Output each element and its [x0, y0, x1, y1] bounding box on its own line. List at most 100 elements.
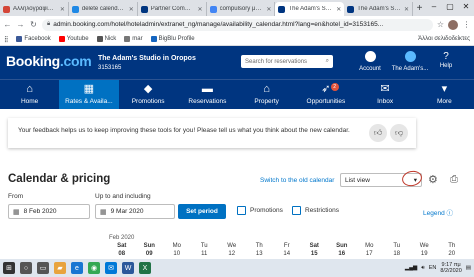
task-view-icon[interactable]: ▭: [37, 262, 49, 274]
property-id: 3153165: [98, 65, 122, 71]
notifications-icon[interactable]: ▤: [466, 265, 471, 271]
calendar-day-column[interactable]: Sun 16: [328, 242, 356, 258]
nav-item-home[interactable]: ⌂ Home: [0, 80, 59, 109]
thumbs-up-icon[interactable]: 👍︎: [369, 124, 387, 142]
set-period-button[interactable]: Set period: [178, 204, 226, 219]
tab-close-icon[interactable]: ✕: [60, 6, 65, 13]
checkbox-box[interactable]: [292, 206, 301, 215]
day-name: We: [419, 243, 429, 249]
menu-icon[interactable]: ⋮: [462, 20, 471, 29]
nav-item-property[interactable]: ⌂ Property: [237, 80, 296, 109]
back-icon[interactable]: ←: [3, 20, 12, 29]
calendar-day-column[interactable]: Th 13: [246, 242, 274, 258]
calendar-day-column[interactable]: Sat 15: [301, 242, 329, 258]
close-window-icon[interactable]: ✕: [458, 0, 474, 16]
nav-item-promotions[interactable]: ◆ Promotions: [119, 80, 178, 109]
from-date-field[interactable]: ▦ 8 Feb 2020: [8, 204, 90, 219]
feedback-text: Your feedback helps us to keep improving…: [18, 127, 350, 134]
browser-tab[interactable]: compulsory μεταφ ✕: [207, 2, 276, 16]
apps-bookmark[interactable]: ⣿: [4, 36, 8, 43]
calendar-day-column[interactable]: Th 20: [438, 242, 466, 258]
bookmark-favicon-icon: [124, 36, 131, 42]
checkbox-box[interactable]: [237, 206, 246, 215]
printer-icon[interactable]: ⎙: [450, 174, 458, 185]
bookmark-item[interactable]: Youtube: [58, 36, 89, 42]
restrictions-label: Restrictions: [305, 207, 339, 214]
help-menu[interactable]: ? Help: [436, 51, 456, 69]
calendar-day-column[interactable]: Sat 08: [108, 242, 136, 258]
tab-close-icon[interactable]: ✕: [266, 6, 271, 13]
chrome-icon[interactable]: ◉: [88, 262, 100, 274]
calendar-day-column[interactable]: Mo 10: [163, 242, 191, 258]
browser-tab[interactable]: Partner Communi ✕: [138, 2, 207, 16]
restrictions-checkbox[interactable]: Restrictions: [292, 206, 339, 215]
tab-title: delete calendars |: [81, 6, 126, 12]
nav-item-reservations[interactable]: ▬ Reservations: [178, 80, 237, 109]
promotions-checkbox[interactable]: Promotions: [237, 206, 283, 215]
bookmark-label: mar: [132, 36, 143, 42]
bookmark-item[interactable]: Facebook: [16, 36, 51, 42]
browser-tab[interactable]: Αλληλογραφία - ... ✕: [0, 2, 69, 16]
account-menu[interactable]: Account: [358, 51, 382, 72]
home-icon: ⌂: [26, 83, 33, 95]
bookmark-favicon-icon: [58, 36, 65, 42]
forward-icon[interactable]: →: [16, 20, 25, 29]
day-name: Mo: [365, 243, 374, 249]
thumbs-down-icon[interactable]: 👎︎: [390, 124, 408, 142]
clock-date: 8/2/2020: [440, 268, 462, 274]
tab-close-icon[interactable]: ✕: [129, 6, 134, 13]
feedback-banner: Your feedback helps us to keep improving…: [8, 118, 416, 148]
other-bookmarks[interactable]: Άλλοι σελιδοδείκτες: [418, 36, 470, 42]
new-tab-button[interactable]: +: [413, 2, 426, 16]
maximize-icon[interactable]: ▢: [442, 0, 458, 16]
reservation-search-input[interactable]: Search for reservations ⌕: [241, 55, 333, 68]
nav-item-inbox[interactable]: ✉ Inbox: [356, 80, 415, 109]
property-switcher[interactable]: The Adam's...: [386, 51, 434, 72]
excel-icon[interactable]: X: [139, 262, 151, 274]
reload-icon[interactable]: ↻: [29, 20, 38, 29]
gear-icon[interactable]: ⚙: [428, 173, 438, 186]
search-icon[interactable]: ○: [20, 262, 32, 274]
browser-tab[interactable]: delete calendars | ✕: [69, 2, 138, 16]
url-input[interactable]: 🔒︎ admin.booking.com/hotel/hoteladmin/ex…: [42, 18, 433, 31]
bookmark-item[interactable]: BigBlu Profile: [150, 36, 195, 42]
calendar-day-column[interactable]: We 12: [218, 242, 246, 258]
tab-close-icon[interactable]: ✕: [404, 6, 409, 13]
calendar-day-column[interactable]: We 19: [411, 242, 439, 258]
mail-icon[interactable]: ✉: [105, 262, 117, 274]
help-label: Help: [439, 63, 453, 69]
bookmark-star-icon[interactable]: ☆: [437, 20, 444, 29]
nav-item-opportunities[interactable]: ➶ Opportunities 2: [296, 80, 355, 109]
bookmark-item[interactable]: mar: [124, 36, 143, 42]
browser-tab[interactable]: The Adam's Studio✕: [344, 2, 414, 16]
calendar-day-column[interactable]: Sun 09: [136, 242, 164, 258]
nav-item-more[interactable]: ▾ More: [415, 80, 474, 109]
tab-close-icon[interactable]: ✕: [198, 6, 203, 13]
edge-icon[interactable]: e: [71, 262, 83, 274]
browser-tab[interactable]: The Adam's Studio✕: [275, 2, 345, 16]
tab-close-icon[interactable]: ✕: [336, 6, 341, 13]
to-date-value: 9 Mar 2020: [110, 208, 144, 215]
windows-start-icon[interactable]: ⊞: [3, 262, 15, 274]
network-icon[interactable]: ▂▄▆: [405, 265, 417, 271]
volume-icon[interactable]: 🔊︎: [421, 265, 424, 272]
word-icon[interactable]: W: [122, 262, 134, 274]
minimize-icon[interactable]: –: [426, 0, 442, 16]
tab-title: Αλληλογραφία - ...: [13, 6, 57, 12]
profile-avatar[interactable]: [448, 19, 458, 30]
switch-old-calendar-link[interactable]: Switch to the old calendar: [260, 177, 334, 184]
booking-logo[interactable]: Booking.com: [6, 53, 92, 69]
calendar-day-column[interactable]: Fr 14: [273, 242, 301, 258]
language-indicator[interactable]: EN: [429, 265, 437, 271]
calendar-day-column[interactable]: Tu 18: [383, 242, 411, 258]
file-explorer-icon[interactable]: ▰: [54, 262, 66, 274]
calendar-day-column[interactable]: Tu 11: [191, 242, 219, 258]
promotions-label: Promotions: [250, 207, 283, 214]
legend-link[interactable]: Legend ⓘ: [423, 207, 453, 217]
nav-item-rates-availa[interactable]: ▦ Rates & Availa...: [59, 80, 119, 109]
bookmark-item[interactable]: Nick: [96, 36, 116, 42]
tag-icon: ◆: [143, 83, 153, 95]
system-clock[interactable]: 9:17 πμ 8/2/2020: [440, 262, 461, 275]
to-date-field[interactable]: ▦ 9 Mar 2020: [95, 204, 175, 219]
calendar-day-column[interactable]: Mo 17: [356, 242, 384, 258]
